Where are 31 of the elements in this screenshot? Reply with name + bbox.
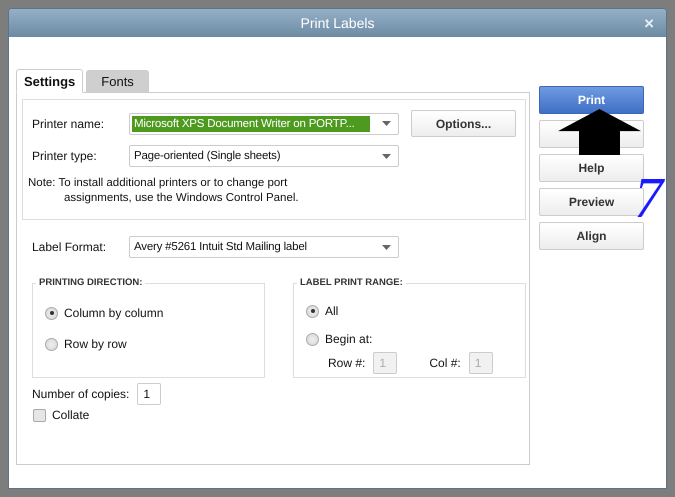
field-label: Number of copies: (32, 387, 130, 401)
printer-name-dropdown[interactable]: Microsoft XPS Document Writer on PORTP... (129, 112, 399, 134)
field-label: Printer type: (32, 149, 98, 163)
dropdown-caret-icon (382, 244, 391, 250)
radio-label: Begin at: (325, 332, 372, 346)
radio-label: All (325, 304, 338, 318)
field-label: Col #: (429, 356, 461, 370)
printer-type-dropdown[interactable]: Page-oriented (Single sheets) (129, 145, 399, 167)
dropdown-caret-icon (382, 154, 391, 158)
radio-label: Column by column (64, 306, 164, 320)
field-label: Printer name: (32, 116, 106, 130)
dialog-button[interactable]: Align (539, 222, 644, 250)
checkbox-label: Collate (52, 408, 90, 422)
copies-field[interactable]: 1 (137, 383, 162, 405)
up-arrow-icon (558, 109, 641, 155)
group-title: PRINTING DIRECTION: (36, 277, 146, 288)
radio-label: Row by row (64, 337, 127, 351)
radio-button[interactable] (45, 306, 58, 320)
label-format-dropdown[interactable]: Avery #5261 Intuit Std Mailing label (129, 236, 399, 258)
tab[interactable]: Settings (16, 69, 84, 93)
group-title: LABEL PRINT RANGE: (297, 277, 406, 288)
radio-button[interactable] (45, 338, 58, 350)
checkbox[interactable] (33, 408, 46, 422)
dialog-button[interactable]: Print (539, 86, 644, 114)
dropdown-caret-icon (382, 121, 391, 126)
field-label: Label Format: (32, 240, 108, 254)
options-button[interactable]: Options... (411, 110, 516, 137)
field-label: Row #: (328, 356, 366, 370)
tab[interactable]: Fonts (86, 70, 149, 92)
window-title: Print Labels (300, 15, 374, 31)
note-text: Note: To install additional printers or to change port assignments, use the Windows Control Panel. (28, 176, 300, 206)
